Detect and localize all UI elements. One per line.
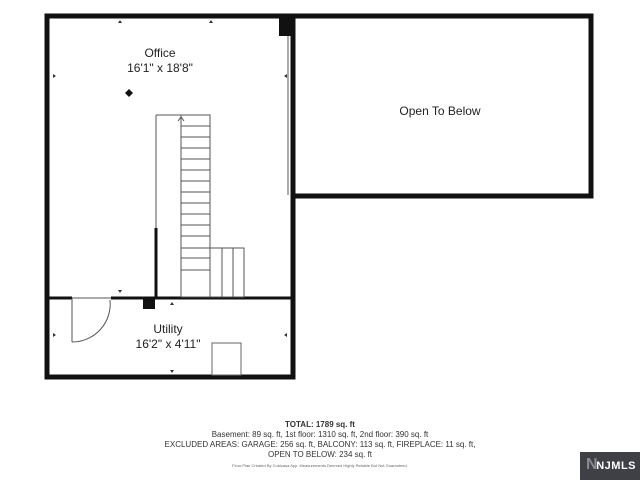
njmls-logo: N NJMLS — [580, 452, 640, 480]
utility-name: Utility — [153, 322, 183, 336]
area-summary: TOTAL: 1789 sq. ft Basement: 89 sq. ft, … — [0, 420, 640, 469]
utility-door — [71, 297, 111, 343]
utility-dimensions: 16'2" x 4'11" — [135, 337, 201, 351]
outlet-marker-icon — [125, 89, 133, 97]
floor-areas: Basement: 89 sq. ft, 1st floor: 1310 sq.… — [211, 430, 429, 439]
disclaimer: Floor Plan Created By Cubicasa App. Meas… — [232, 463, 408, 468]
open-to-below-label: Open To Below — [380, 104, 500, 119]
column-top — [279, 16, 293, 36]
office-label: Office 16'1" x 18'8" — [100, 46, 220, 76]
column-middle — [143, 297, 155, 309]
open-to-below-name: Open To Below — [399, 104, 481, 118]
staircase — [155, 114, 245, 298]
utility-label: Utility 16'2" x 4'11" — [108, 322, 228, 352]
total-area: TOTAL: 1789 sq. ft — [285, 420, 355, 429]
excluded-areas: EXCLUDED AREAS: GARAGE: 256 sq. ft, BALC… — [164, 440, 476, 449]
office-name: Office — [144, 46, 176, 60]
floor-plan — [44, 13, 594, 380]
logo-text: NJMLS — [596, 460, 636, 472]
open-to-below-area: OPEN TO BELOW: 234 sq. ft — [267, 450, 373, 459]
office-dimensions: 16'1" x 18'8" — [127, 61, 193, 75]
